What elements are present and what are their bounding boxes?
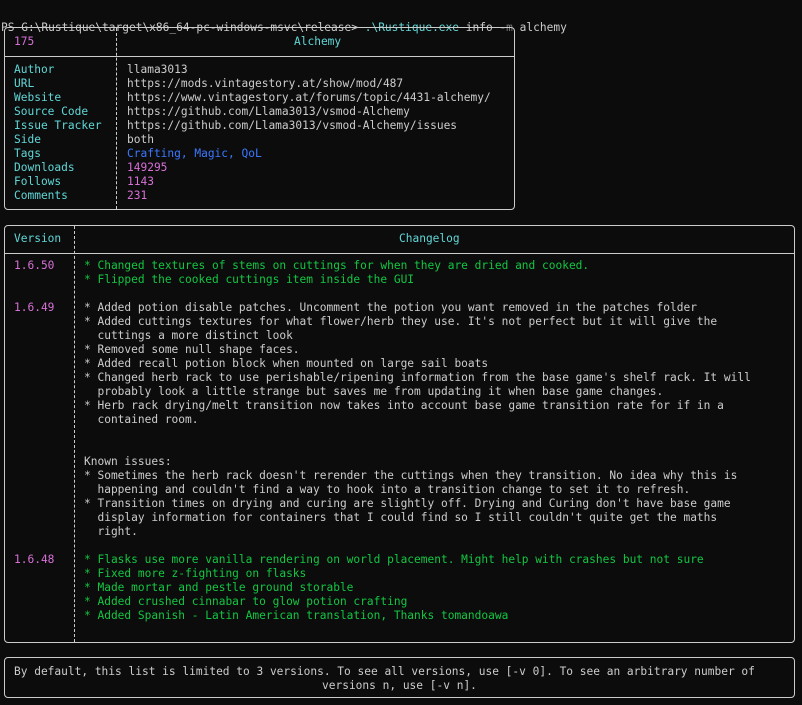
changelog-version: 1.6.50 <box>14 259 55 272</box>
changelog-line: right. <box>84 525 138 538</box>
info-link[interactable]: https://github.com/Llama3013/vsmod-Alche… <box>127 119 457 133</box>
changelog-line: * Flipped the cooked cuttings item insid… <box>84 273 415 286</box>
changelog-line: * Added recall potion block when mounted… <box>84 357 489 370</box>
mod-id: 175 <box>14 35 35 48</box>
changelog-line: * Added cuttings textures for what flowe… <box>84 315 718 328</box>
footer-line-1: By default, this list is limited to 3 ve… <box>14 665 755 678</box>
changelog-header-changelog: Changelog <box>399 232 460 245</box>
changelog-header-version: Version <box>14 232 62 245</box>
changelog-line: * Changed textures of stems on cuttings … <box>84 259 590 272</box>
info-link[interactable]: https://github.com/Llama3013/vsmod-Alche… <box>127 105 410 119</box>
changelog-line: * Flasks use more vanilla rendering on w… <box>84 553 704 566</box>
changelog-line: * Sometimes the herb rack doesn't rerend… <box>84 469 738 482</box>
changelog-line: * Fixed more z-fighting on flasks <box>84 567 307 580</box>
changelog-line: happening and couldn't find a way to hoo… <box>84 483 691 496</box>
info-label: Follows <box>14 175 62 188</box>
changelog-table-divider <box>74 226 75 642</box>
info-value: both <box>127 133 154 146</box>
info-label: URL <box>14 77 35 90</box>
changelog-line: display information for containers that … <box>84 511 718 524</box>
info-value: 231 <box>127 189 148 202</box>
footer-line-2: versions n, use [-v n]. <box>322 679 477 692</box>
info-link[interactable]: https://www.vintagestory.at/forums/topic… <box>127 91 491 105</box>
changelog-line: cuttings a more distinct look <box>84 329 293 342</box>
changelog-table-header-rule <box>4 253 795 254</box>
command-arg-modname: alchemy <box>512 21 567 34</box>
changelog-line: Known issues: <box>84 455 172 468</box>
info-label: Comments <box>14 189 68 202</box>
changelog-line: * Made mortar and pestle ground storable <box>84 581 354 594</box>
info-label: Side <box>14 133 41 146</box>
info-label: Website <box>14 91 62 104</box>
changelog-line: contained room. <box>84 413 199 426</box>
changelog-line: * Added crushed cinnabar to glow potion … <box>84 595 408 608</box>
info-value: Crafting, Magic, QoL <box>127 147 262 160</box>
info-label: Source Code <box>14 105 89 118</box>
changelog-line: * Changed herb rack to use perishable/ri… <box>84 371 751 384</box>
info-label: Downloads <box>14 161 75 174</box>
changelog-line: probably look a little strange but saves… <box>84 385 664 398</box>
info-value: 1143 <box>127 175 154 188</box>
info-label: Issue Tracker <box>14 119 102 132</box>
info-table-header-rule <box>4 56 515 57</box>
info-link[interactable]: https://mods.vintagestory.at/show/mod/48… <box>127 77 403 91</box>
changelog-line: * Added Spanish - Latin American transla… <box>84 609 509 622</box>
info-label: Author <box>14 63 55 76</box>
info-value: 149295 <box>127 161 168 174</box>
changelog-version: 1.6.49 <box>14 301 55 314</box>
changelog-line: * Herb rack drying/melt transition now t… <box>84 399 724 412</box>
info-label: Tags <box>14 147 41 160</box>
changelog-line: * Added potion disable patches. Uncommen… <box>84 301 697 314</box>
mod-name: Alchemy <box>294 35 342 48</box>
changelog-version: 1.6.48 <box>14 553 55 566</box>
changelog-line: * Removed some null shape faces. <box>84 343 300 356</box>
changelog-line: * Transition times on drying and curing … <box>84 497 731 510</box>
info-value: llama3013 <box>127 63 188 76</box>
